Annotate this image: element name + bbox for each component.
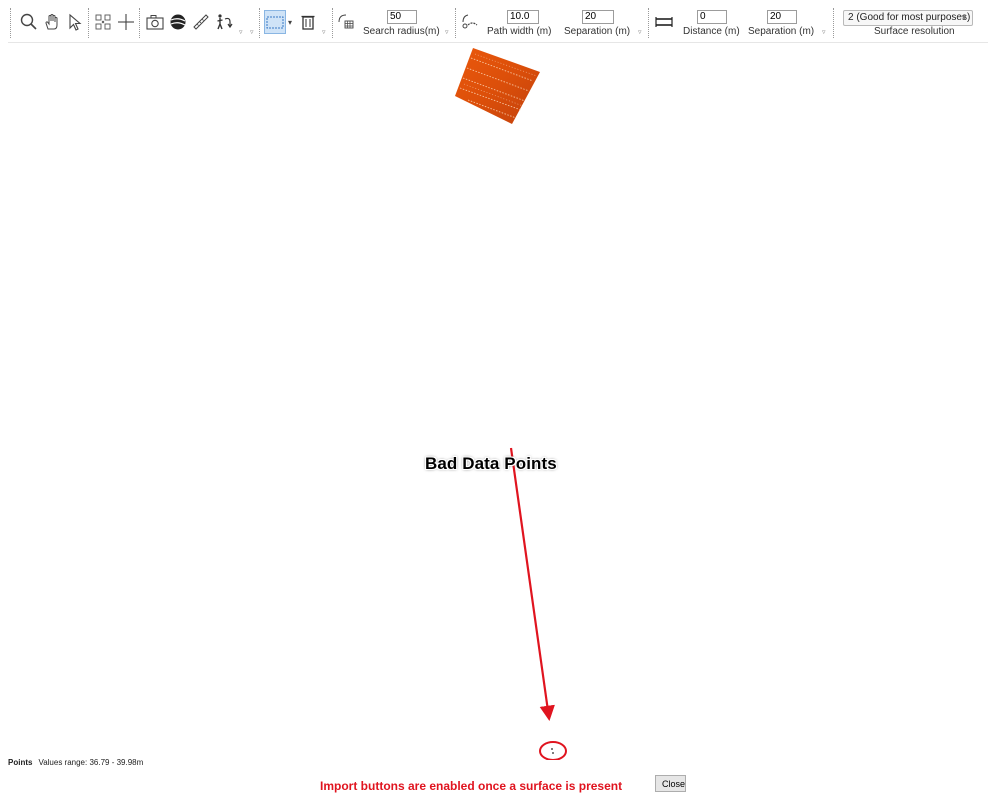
walk-mode-button[interactable] — [213, 10, 235, 34]
bad-data-points-annotation: Bad Data Points — [425, 454, 557, 473]
camera-icon — [146, 15, 164, 30]
bad-data-point[interactable] — [552, 752, 554, 754]
points-values-range: Values range: 36.79 - 39.98m — [38, 758, 144, 767]
search-radius-input[interactable] — [387, 10, 417, 24]
map-canvas[interactable]: Bad Data Points — [0, 44, 990, 760]
path-width-label: Path width (m) — [487, 26, 552, 37]
surface-resolution-label: Surface resolution — [874, 26, 955, 37]
path-separation-input[interactable] — [582, 10, 614, 24]
distance-separation-label: Separation (m) — [748, 26, 815, 37]
path-tool-button[interactable] — [459, 10, 481, 34]
path-width-input[interactable] — [507, 10, 539, 24]
zoom-extents-button[interactable] — [92, 10, 114, 34]
measure-ruler-icon — [193, 14, 209, 30]
distance-separation-input[interactable] — [767, 10, 797, 24]
screenshot-button[interactable] — [144, 10, 166, 34]
bad-points-highlight-ring — [539, 741, 567, 760]
distance-icon — [655, 17, 673, 27]
toolbar-overflow-icon[interactable]: ▿ — [445, 28, 453, 36]
distance-label: Distance (m) — [683, 26, 740, 37]
close-button[interactable]: Close — [655, 775, 686, 792]
map-toolbar: ▿ ▿ ▾ ▿ Search radius(m) ▿ — [8, 6, 988, 43]
annotation-arrow — [509, 447, 555, 722]
toolbar-separator — [833, 8, 834, 38]
toolbar-separator — [88, 8, 89, 38]
bad-data-point[interactable] — [551, 748, 553, 750]
select-tool-button[interactable] — [64, 10, 86, 34]
measure-button[interactable] — [190, 10, 212, 34]
pan-tool-button[interactable] — [41, 10, 63, 34]
import-status-message: Import buttons are enabled once a surfac… — [320, 779, 623, 793]
survey-surface-patch[interactable] — [455, 48, 540, 124]
points-status-title: Points — [8, 758, 33, 767]
toolbar-overflow-icon[interactable]: ▿ — [250, 28, 258, 36]
toolbar-separator — [332, 8, 333, 38]
globe-icon — [170, 14, 186, 30]
pan-hand-icon — [45, 14, 58, 30]
path-separation-label: Separation (m) — [564, 26, 631, 37]
distance-input[interactable] — [697, 10, 727, 24]
canvas-drawing — [455, 48, 567, 760]
zoom-tool-button[interactable] — [18, 10, 40, 34]
crosshair-icon — [118, 14, 134, 30]
surface-resolution-select[interactable]: 2 (Good for most purposes) ▼ — [843, 10, 973, 26]
distance-tool-button[interactable] — [653, 10, 675, 34]
rectangle-select-icon — [266, 16, 284, 29]
points-status: Points Values range: 36.79 - 39.98m — [8, 758, 143, 767]
delete-trash-icon — [301, 15, 315, 30]
crosshair-tool-button[interactable] — [115, 10, 137, 34]
delete-button[interactable] — [297, 10, 319, 34]
toolbar-separator — [455, 8, 456, 38]
chevron-down-icon[interactable]: ▾ — [288, 18, 296, 27]
toolbar-separator — [648, 8, 649, 38]
zoom-extents-icon — [95, 14, 111, 30]
walk-icon — [217, 14, 233, 30]
zoom-icon — [20, 13, 37, 30]
toolbar-overflow-icon[interactable]: ▿ — [322, 28, 330, 36]
toolbar-separator — [10, 8, 11, 38]
toolbar-separator — [259, 8, 260, 38]
select-pointer-icon — [69, 13, 82, 31]
rectangle-select-button[interactable] — [264, 10, 286, 34]
toolbar-overflow-icon[interactable]: ▿ — [822, 28, 830, 36]
surface-resolution-value: 2 (Good for most purposes) — [848, 12, 971, 23]
path-icon — [462, 14, 478, 29]
toolbar-overflow-icon[interactable]: ▿ — [638, 28, 646, 36]
toolbar-overflow-icon[interactable]: ▿ — [239, 28, 247, 36]
globe-view-button[interactable] — [167, 10, 189, 34]
search-radius-button[interactable] — [335, 10, 357, 34]
search-radius-label: Search radius(m) — [363, 26, 440, 37]
search-grid-icon — [338, 14, 354, 29]
toolbar-separator — [139, 8, 140, 38]
chevron-down-icon: ▼ — [960, 13, 968, 22]
